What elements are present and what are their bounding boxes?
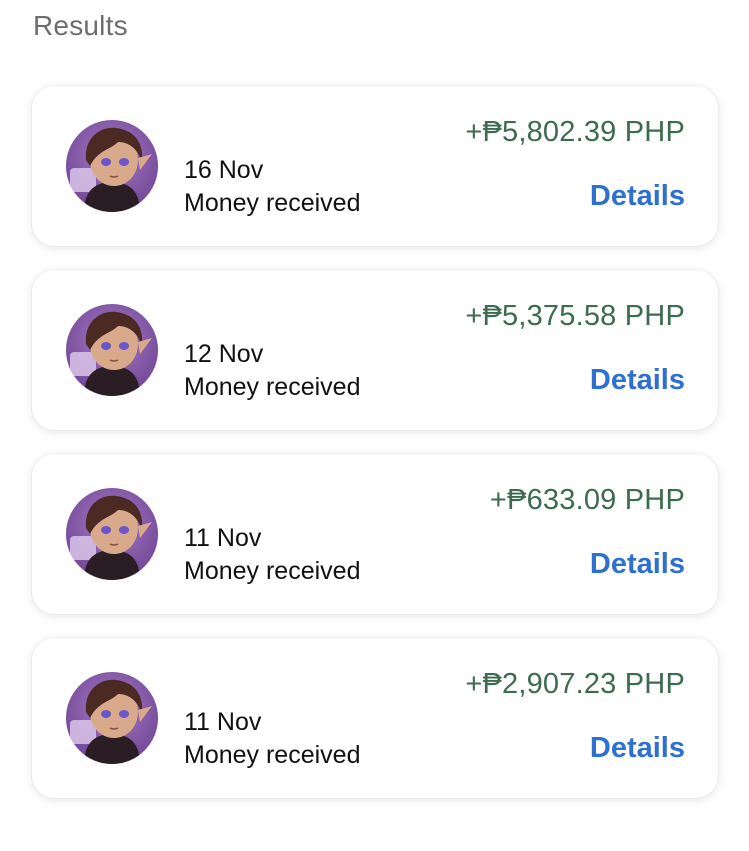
results-page: Results 16 Nov Money received +₱5,802.39… bbox=[0, 0, 749, 851]
transaction-description: Money received bbox=[184, 373, 361, 401]
user-avatar-icon bbox=[66, 120, 158, 212]
results-heading: Results bbox=[33, 10, 128, 41]
transaction-list: 16 Nov Money received +₱5,802.39 PHP Det… bbox=[32, 86, 718, 822]
transaction-card[interactable]: 11 Nov Money received +₱633.09 PHP Detai… bbox=[32, 454, 718, 614]
transaction-card[interactable]: 11 Nov Money received +₱2,907.23 PHP Det… bbox=[32, 638, 718, 798]
transaction-card[interactable]: 12 Nov Money received +₱5,375.58 PHP Det… bbox=[32, 270, 718, 430]
transaction-amount: +₱5,375.58 PHP bbox=[465, 300, 685, 332]
transaction-date: 12 Nov bbox=[184, 340, 264, 368]
user-avatar-icon bbox=[66, 488, 158, 580]
details-link[interactable]: Details bbox=[590, 364, 685, 397]
transaction-date: 11 Nov bbox=[184, 524, 262, 552]
user-avatar-icon bbox=[66, 304, 158, 396]
transaction-amount: +₱2,907.23 PHP bbox=[465, 668, 685, 700]
details-link[interactable]: Details bbox=[590, 548, 685, 581]
transaction-date: 16 Nov bbox=[184, 156, 264, 184]
transaction-amount: +₱633.09 PHP bbox=[489, 484, 685, 516]
transaction-date: 11 Nov bbox=[184, 708, 262, 736]
transaction-card[interactable]: 16 Nov Money received +₱5,802.39 PHP Det… bbox=[32, 86, 718, 246]
transaction-description: Money received bbox=[184, 741, 361, 769]
transaction-amount: +₱5,802.39 PHP bbox=[465, 116, 685, 148]
details-link[interactable]: Details bbox=[590, 180, 685, 213]
transaction-description: Money received bbox=[184, 189, 361, 217]
details-link[interactable]: Details bbox=[590, 732, 685, 765]
user-avatar-icon bbox=[66, 672, 158, 764]
transaction-description: Money received bbox=[184, 557, 361, 585]
